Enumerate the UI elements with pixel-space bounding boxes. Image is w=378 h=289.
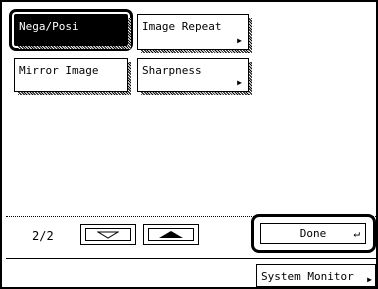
image-repeat-button[interactable]: Image Repeat ▶ — [137, 14, 252, 53]
page-indicator: 2/2 — [32, 229, 54, 243]
scroll-up-frame — [148, 228, 194, 241]
sharpness-label: Sharpness — [142, 64, 202, 77]
scroll-up-icon — [159, 231, 183, 238]
footer-divider — [6, 258, 376, 259]
scroll-up-button[interactable] — [143, 224, 199, 245]
submenu-arrow-icon: ▶ — [367, 275, 372, 284]
mirror-image-label: Mirror Image — [19, 64, 99, 77]
enter-icon: ↵ — [353, 227, 360, 240]
nega-posi-label: Nega/Posi — [19, 20, 79, 33]
copy-options-panel: Nega/Posi Image Repeat ▶ Mirror Image Sh… — [0, 0, 378, 289]
system-monitor-button[interactable]: System Monitor ▶ — [256, 264, 376, 287]
submenu-arrow-icon: ▶ — [237, 36, 242, 45]
scroll-down-icon — [97, 231, 119, 239]
done-highlight: Done ↵ — [251, 214, 376, 253]
done-label: Done — [299, 227, 327, 240]
system-monitor-label: System Monitor — [261, 270, 354, 283]
image-repeat-label: Image Repeat — [142, 20, 222, 33]
nega-posi-button[interactable]: Nega/Posi — [9, 9, 133, 51]
mirror-image-button[interactable]: Mirror Image — [14, 58, 131, 95]
done-button[interactable]: Done ↵ — [260, 223, 366, 244]
submenu-arrow-icon: ▶ — [237, 78, 242, 87]
scroll-down-button[interactable] — [80, 224, 136, 245]
sharpness-button[interactable]: Sharpness ▶ — [137, 58, 252, 95]
scroll-down-frame — [85, 228, 131, 241]
